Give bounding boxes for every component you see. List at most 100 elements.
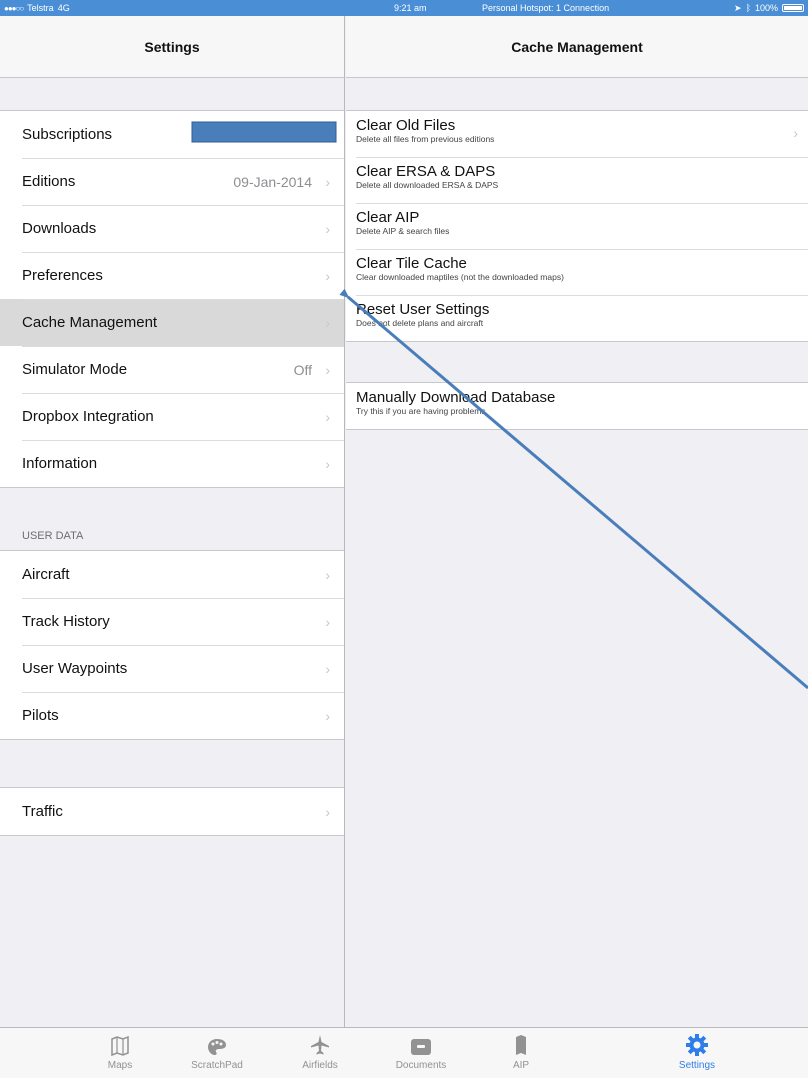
tab-label: ScratchPad [191, 1060, 243, 1071]
chevron-right-icon: › [325, 707, 330, 724]
book-icon [476, 1028, 566, 1056]
action-title: Manually Download Database [356, 389, 556, 406]
airplane-icon [275, 1028, 365, 1056]
reset-user-settings-button[interactable]: Reset User Settings Does not delete plan… [346, 295, 808, 341]
gear-icon [652, 1028, 742, 1056]
settings-item-label: Pilots [22, 707, 59, 724]
action-title: Clear ERSA & DAPS [356, 163, 496, 180]
settings-item-label: Downloads [22, 220, 97, 237]
settings-item-information[interactable]: Information › [0, 440, 344, 487]
settings-group-traffic: Traffic › [0, 787, 344, 836]
hotspot-status: Personal Hotspot: 1 Connection [482, 3, 610, 13]
settings-item-preferences[interactable]: Preferences › [0, 252, 344, 299]
map-icon [75, 1028, 165, 1056]
simulator-mode-value: Off [293, 361, 312, 378]
clear-ersa-daps-button[interactable]: Clear ERSA & DAPS Delete all downloaded … [346, 157, 808, 203]
chevron-right-icon: › [325, 173, 330, 190]
chevron-right-icon: › [325, 803, 330, 820]
page-title: Settings [144, 38, 200, 55]
clear-tile-cache-button[interactable]: Clear Tile Cache Clear downloaded maptil… [346, 249, 808, 295]
user-data-header: USER DATA [22, 530, 84, 542]
chevron-right-icon: › [325, 220, 330, 237]
action-subtitle: Clear downloaded maptiles (not the downl… [356, 272, 564, 282]
settings-item-label: Dropbox Integration [22, 408, 154, 425]
settings-item-label: Traffic [22, 803, 63, 820]
clear-old-files-button[interactable]: Clear Old Files Delete all files from pr… [346, 111, 808, 157]
battery-icon [782, 4, 804, 12]
settings-item-traffic[interactable]: Traffic › [0, 788, 344, 835]
settings-item-label: User Waypoints [22, 660, 128, 677]
tab-label: AIP [512, 1060, 530, 1071]
settings-master-pane: Settings Subscriptions Editions 09-Jan-2… [0, 16, 345, 1027]
settings-item-editions[interactable]: Editions 09-Jan-2014 › [0, 158, 344, 205]
chevron-right-icon: › [325, 314, 330, 331]
tab-label: Documents [395, 1060, 447, 1071]
settings-item-label: Subscriptions [22, 126, 113, 143]
settings-item-label: Editions [22, 173, 76, 190]
status-bar: ●●●○○ Telstra 4G 9:21 am Personal Hotspo… [0, 0, 808, 16]
chevron-right-icon: › [793, 125, 798, 141]
action-subtitle: Try this if you are having problems [356, 406, 486, 416]
editions-date: 09-Jan-2014 [233, 173, 312, 190]
palette-icon [172, 1028, 262, 1056]
action-subtitle: Delete all downloaded ERSA & DAPS [356, 180, 499, 190]
tab-airfields[interactable]: Airfields [275, 1028, 365, 1078]
manually-download-database-button[interactable]: Manually Download Database Try this if y… [346, 383, 808, 429]
battery-percent: 100% [754, 3, 778, 13]
settings-group-user-data: Aircraft › Track History › User Waypoint… [0, 550, 344, 740]
settings-item-subscriptions[interactable]: Subscriptions [0, 111, 344, 158]
settings-item-pilots[interactable]: Pilots › [0, 692, 344, 739]
carrier-info: ●●●○○ Telstra 4G [4, 3, 70, 13]
status-right: ➤ ᛒ 100% [734, 3, 804, 14]
tab-label: Airfields [302, 1060, 338, 1071]
settings-item-label: Preferences [22, 267, 103, 284]
tab-documents[interactable]: Documents [376, 1028, 466, 1078]
clock: 9:21 am [394, 3, 427, 13]
chevron-right-icon: › [325, 455, 330, 472]
settings-item-label: Information [22, 455, 98, 472]
action-title: Reset User Settings [356, 301, 490, 318]
action-subtitle: Delete all files from previous editions [356, 134, 495, 144]
action-subtitle: Does not delete plans and aircraft [356, 318, 484, 328]
carrier-name: Telstra [27, 3, 54, 13]
settings-item-simulator-mode[interactable]: Simulator Mode Off › [0, 346, 344, 393]
chevron-right-icon: › [325, 408, 330, 425]
settings-item-aircraft[interactable]: Aircraft › [0, 551, 344, 598]
settings-group-main: Subscriptions Editions 09-Jan-2014 › Dow… [0, 110, 344, 488]
detail-nav-bar: Cache Management [346, 16, 808, 78]
settings-item-downloads[interactable]: Downloads › [0, 205, 344, 252]
signal-icon: ●●●○○ [4, 3, 24, 13]
chevron-right-icon: › [325, 613, 330, 630]
tab-label: Settings [678, 1060, 716, 1071]
settings-item-user-waypoints[interactable]: User Waypoints › [0, 645, 344, 692]
clear-aip-button[interactable]: Clear AIP Delete AIP & search files [346, 203, 808, 249]
settings-nav-bar: Settings [0, 16, 344, 78]
tab-scratchpad[interactable]: ScratchPad [172, 1028, 262, 1078]
settings-item-label: Track History [22, 613, 110, 630]
tab-settings[interactable]: Settings [652, 1028, 742, 1078]
action-title: Clear Tile Cache [356, 255, 467, 272]
action-subtitle: Delete AIP & search files [356, 226, 450, 236]
settings-item-label: Simulator Mode [22, 361, 128, 378]
settings-item-label: Aircraft [22, 566, 70, 583]
tab-bar: Maps ScratchPad Airfields Documents AIP [0, 1027, 808, 1078]
cache-management-detail-pane: Cache Management Clear Old Files Delete … [346, 16, 808, 1027]
network-type: 4G [57, 3, 70, 13]
detail-title: Cache Management [511, 38, 643, 55]
chevron-right-icon: › [325, 361, 330, 378]
location-icon: ➤ [734, 2, 742, 13]
settings-item-cache-management[interactable]: Cache Management › [0, 299, 344, 346]
settings-item-dropbox-integration[interactable]: Dropbox Integration › [0, 393, 344, 440]
cache-actions-group: Clear Old Files Delete all files from pr… [346, 110, 808, 342]
chevron-right-icon: › [325, 660, 330, 677]
database-actions-group: Manually Download Database Try this if y… [346, 382, 808, 430]
settings-item-track-history[interactable]: Track History › [0, 598, 344, 645]
action-title: Clear AIP [356, 209, 420, 226]
tab-maps[interactable]: Maps [75, 1028, 165, 1078]
tab-aip[interactable]: AIP [476, 1028, 566, 1078]
chevron-right-icon: › [325, 566, 330, 583]
box-icon [376, 1028, 466, 1056]
action-title: Clear Old Files [356, 117, 456, 134]
settings-item-label: Cache Management [22, 314, 158, 331]
chevron-right-icon: › [325, 267, 330, 284]
